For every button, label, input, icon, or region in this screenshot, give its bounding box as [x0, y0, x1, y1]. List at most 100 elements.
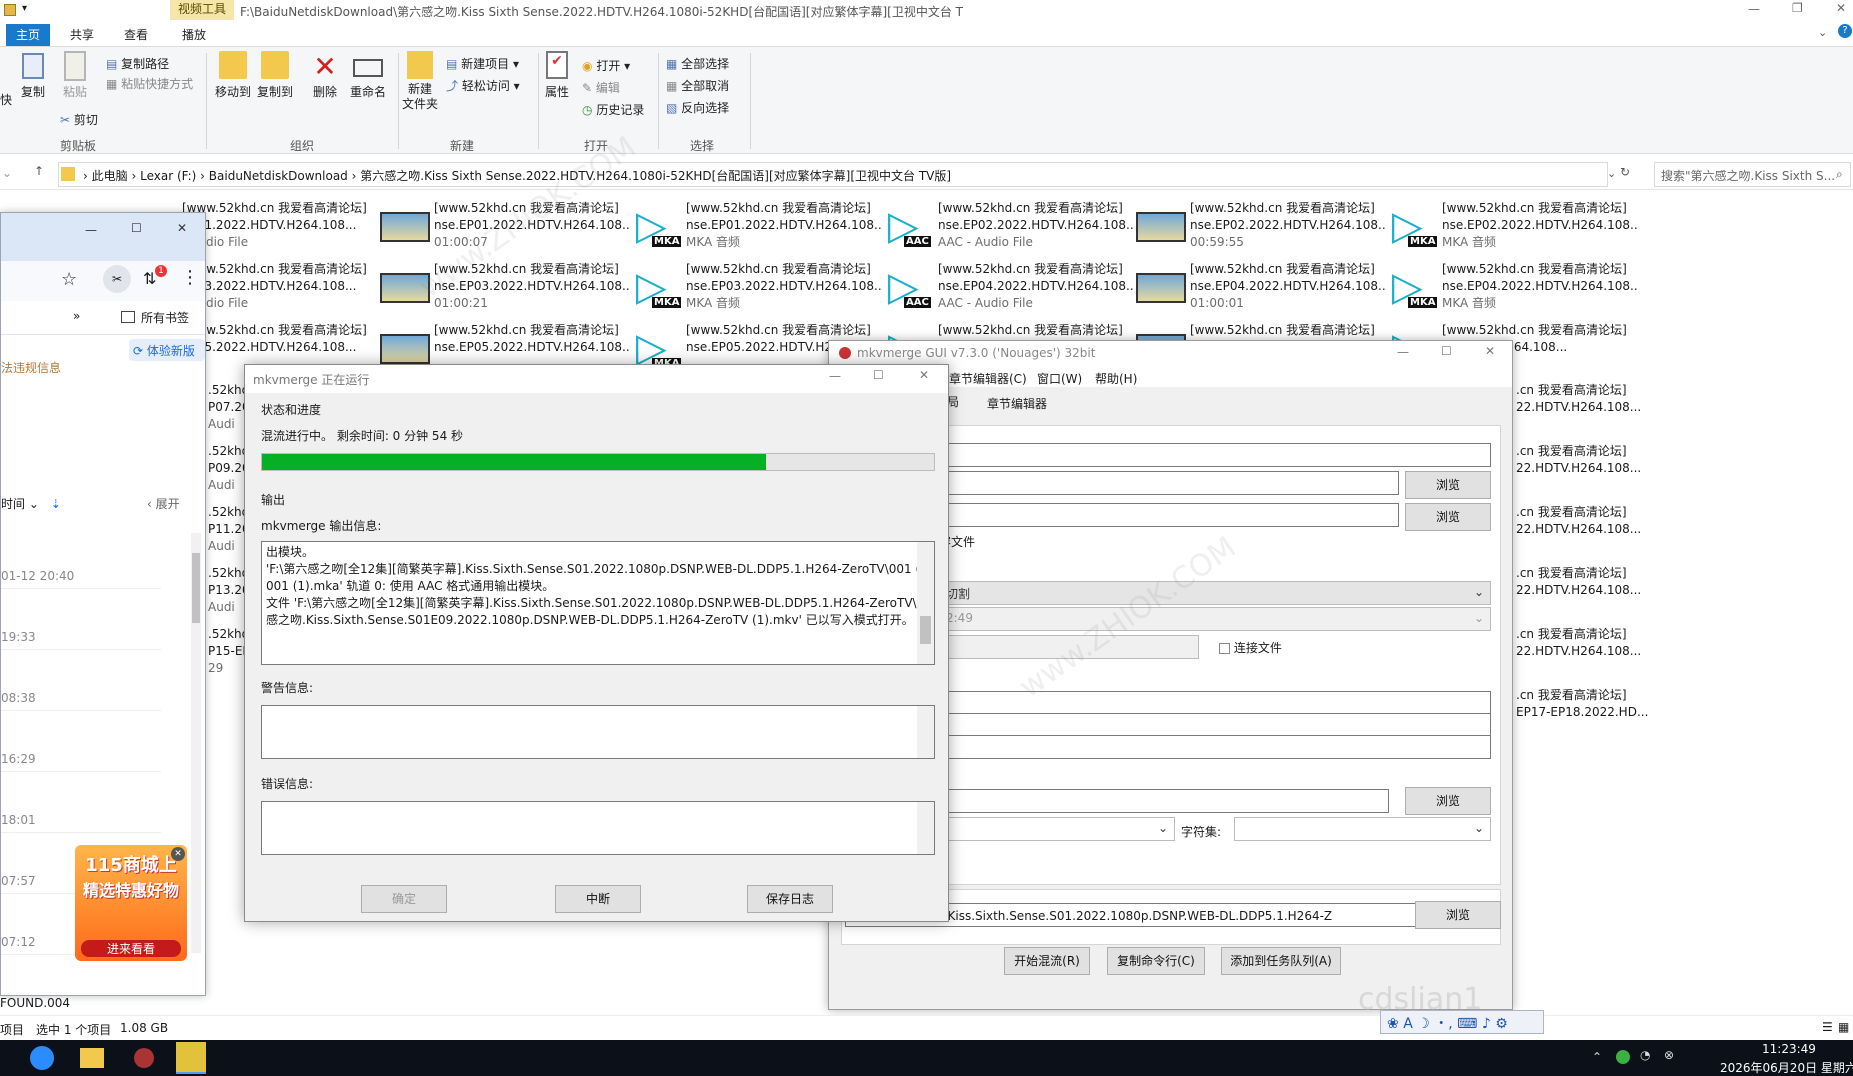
- maximize-icon[interactable]: ☐: [131, 221, 142, 235]
- explorer-taskbar-icon[interactable]: [80, 1048, 104, 1068]
- tab-play[interactable]: 播放: [172, 24, 216, 46]
- paste-shortcut-button[interactable]: ▦ 粘贴快捷方式: [106, 75, 193, 92]
- tag-field-2[interactable]: [939, 713, 1491, 737]
- charset-select[interactable]: ⌄: [1234, 817, 1491, 841]
- start-mux-button[interactable]: 开始混流(R): [1004, 947, 1090, 975]
- chevron-down-icon[interactable]: ⌄: [1607, 167, 1616, 180]
- easy-access-button[interactable]: ⤴ 轻松访问 ▾: [446, 77, 520, 94]
- abort-button[interactable]: 中断: [555, 885, 641, 913]
- close-icon[interactable]: ✕: [919, 368, 929, 382]
- title-field[interactable]: [939, 443, 1491, 467]
- back-arrow-icon[interactable]: ⌄: [2, 166, 12, 180]
- close-icon[interactable]: ✕: [1485, 344, 1495, 358]
- app-taskbar-icon[interactable]: [134, 1048, 154, 1068]
- tray-chevron-icon[interactable]: ⌃: [1592, 1050, 1602, 1064]
- address-field[interactable]: › 此电脑 › Lexar (F:) › BaiduNetdiskDownloa…: [58, 162, 1616, 187]
- select-none-button[interactable]: ▦ 全部取消: [666, 77, 729, 94]
- warnings-textarea[interactable]: [261, 705, 935, 759]
- tag-field-3[interactable]: [939, 735, 1491, 759]
- scrollbar[interactable]: [917, 706, 934, 758]
- breadcrumb-download[interactable]: BaiduNetdiskDownload: [209, 169, 348, 183]
- chevron-right-icon[interactable]: »: [73, 309, 80, 323]
- breadcrumb-drive[interactable]: Lexar (F:): [140, 169, 196, 183]
- all-bookmarks-link[interactable]: 所有书签: [141, 309, 189, 326]
- file-item[interactable]: ▷ MKA [www.52khd.cn 我爱看高清论坛] nse.EP04.2022.…: [1388, 261, 1638, 321]
- breadcrumb-folder[interactable]: 第六感之吻.Kiss Sixth Sense.2022.HDTV.H264.10…: [360, 169, 951, 183]
- refresh-icon[interactable]: ↻: [1620, 165, 1630, 179]
- search-input[interactable]: 搜索"第六感之吻.Kiss Sixth S...: [1654, 162, 1851, 187]
- scissors-icon[interactable]: ✂: [103, 265, 131, 293]
- minimize-icon[interactable]: —: [1748, 2, 1760, 16]
- cut-button[interactable]: ✂ 剪切: [60, 111, 98, 128]
- output-textarea[interactable]: 出模块。 'F:\第六感之吻[全12集][简繁英字幕].Kiss.Sixth.Se…: [261, 541, 935, 665]
- star-icon[interactable]: ☆: [61, 269, 77, 290]
- chapter-file-field[interactable]: [939, 789, 1389, 813]
- minimize-icon[interactable]: —: [85, 223, 97, 237]
- split-time-field[interactable]: 2:49 ⌄: [939, 607, 1491, 631]
- ime-lang-icon[interactable]: A: [1403, 1016, 1413, 1032]
- browse-button[interactable]: 浏览: [1405, 503, 1491, 531]
- network-icon[interactable]: ◔: [1640, 1048, 1650, 1062]
- tab-home[interactable]: 主页: [6, 24, 51, 46]
- tab-view[interactable]: 查看: [114, 24, 158, 46]
- errors-textarea[interactable]: [261, 801, 935, 855]
- ime-moon-icon[interactable]: ☽: [1417, 1016, 1430, 1032]
- clock-time[interactable]: 11:23:49: [1762, 1042, 1816, 1056]
- save-log-button[interactable]: 保存日志: [747, 885, 833, 913]
- language-select[interactable]: ⌄: [939, 817, 1175, 841]
- edit-button[interactable]: ✎ 编辑: [582, 79, 620, 96]
- select-all-button[interactable]: ▦ 全部选择: [666, 55, 729, 72]
- ime-mic-icon[interactable]: ♪: [1482, 1016, 1491, 1032]
- restore-icon[interactable]: ❐: [1792, 1, 1803, 15]
- search-icon[interactable]: ⌕: [1836, 167, 1843, 182]
- file-item[interactable]: ▷ MKA [www.52khd.cn 我爱看高清论坛] nse.EP02.2022.…: [1388, 200, 1638, 260]
- report-text[interactable]: 法违规信息: [1, 359, 61, 376]
- more-menu-icon[interactable]: ⋮: [181, 267, 199, 288]
- volume-icon[interactable]: ⊗: [1664, 1048, 1674, 1062]
- clock-date[interactable]: 2026年06月20日 星期六: [1720, 1059, 1853, 1076]
- scrollbar[interactable]: [917, 542, 934, 664]
- tiles-view-icon[interactable]: ▦: [1838, 1020, 1849, 1034]
- menu-help[interactable]: 帮助(H): [1095, 370, 1137, 387]
- menu-window[interactable]: 窗口(W): [1037, 370, 1082, 387]
- file-item[interactable]: ▷ MKA [www.52khd.cn 我爱看高清论坛] nse.EP01.2022.…: [632, 200, 882, 260]
- menu-chapter-editor[interactable]: 章节编辑器(C): [949, 370, 1027, 387]
- ad-banner[interactable]: 115商城上 精选特惠好物 进来看看 ✕: [75, 845, 187, 961]
- help-icon[interactable]: ?: [1838, 24, 1852, 38]
- next-file-field[interactable]: [939, 503, 1399, 527]
- rename-button[interactable]: 重命名: [346, 51, 390, 100]
- up-arrow-icon[interactable]: ↑: [34, 164, 44, 178]
- browser-taskbar-icon[interactable]: [30, 1046, 54, 1070]
- new-folder-button[interactable]: 新建 文件夹: [400, 51, 440, 112]
- minimize-icon[interactable]: —: [829, 369, 841, 383]
- close-icon[interactable]: ✕: [177, 221, 187, 235]
- properties-button[interactable]: ✔ 属性: [540, 51, 574, 100]
- file-item[interactable]: ▷ MKA [www.52khd.cn 我爱看高清论坛] nse.EP03.2022.…: [632, 261, 882, 321]
- expand-link[interactable]: ‹ 展开: [147, 495, 180, 512]
- breadcrumb-this-pc[interactable]: 此电脑: [92, 169, 128, 183]
- file-item[interactable]: [www.52khd.cn 我爱看高清论坛] nse.EP02.2022.HDTV…: [1136, 200, 1386, 260]
- minimize-icon[interactable]: —: [1397, 345, 1409, 359]
- ime-settings-icon[interactable]: ⚙: [1495, 1016, 1508, 1032]
- tab-share[interactable]: 共享: [60, 24, 104, 46]
- mkv-taskbar-icon[interactable]: [176, 1042, 206, 1074]
- scrollbar[interactable]: [191, 533, 201, 953]
- sort-dropdown[interactable]: 时间 ⌄ ⇣: [1, 495, 61, 512]
- try-new-button[interactable]: ⟳ 体验新版: [129, 339, 205, 361]
- file-item[interactable]: ▷ AAC [www.52khd.cn 我爱看高清论坛] nse.EP04.2022.…: [884, 261, 1134, 321]
- file-item[interactable]: [www.52khd.cn 我爱看高清论坛] nse.EP04.2022.HDTV…: [1136, 261, 1386, 321]
- ime-logo-icon[interactable]: ❀: [1387, 1016, 1399, 1032]
- details-view-icon[interactable]: ☰: [1822, 1020, 1833, 1034]
- file-item[interactable]: [www.52khd.cn 我爱看高清论坛] nse.EP03.2022.HDTV…: [380, 261, 630, 321]
- file-item[interactable]: .cn 我爱看高清论坛] 22.HDTV.H264.108...: [1516, 382, 1641, 416]
- close-icon[interactable]: ✕: [1836, 1, 1846, 15]
- file-item[interactable]: .cn 我爱看高清论坛] 22.HDTV.H264.108...: [1516, 565, 1641, 599]
- segment-file-field[interactable]: [939, 471, 1399, 495]
- scrollbar[interactable]: [917, 802, 934, 854]
- file-item[interactable]: ▷ AAC [www.52khd.cn 我爱看高清论坛] nse.EP02.2022.…: [884, 200, 1134, 260]
- copy-cmd-button[interactable]: 复制命令行(C): [1107, 947, 1205, 975]
- browse-button[interactable]: 浏览: [1405, 471, 1491, 499]
- browse-button[interactable]: 浏览: [1405, 787, 1491, 815]
- delete-button[interactable]: ✕ 删除: [308, 51, 342, 100]
- move-to-button[interactable]: 移动到: [212, 51, 254, 100]
